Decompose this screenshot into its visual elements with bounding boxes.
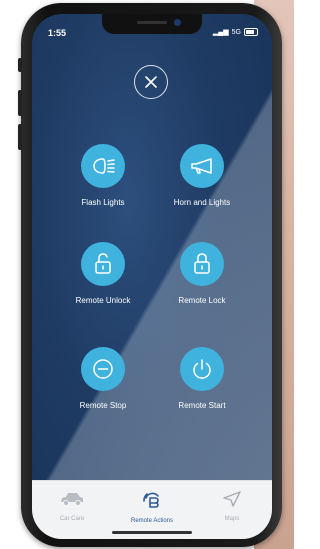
flash-lights-label: Flash Lights (81, 198, 125, 207)
volume-up-button (18, 90, 22, 116)
remote-stop-button[interactable]: Remote Stop (53, 347, 153, 410)
remote-lock-circle (180, 242, 224, 286)
horn-and-lights-circle (180, 144, 224, 188)
status-indicators: ▂▄▆ 5G (213, 28, 258, 36)
remote-stop-label: Remote Stop (79, 401, 127, 410)
unlocked-padlock-icon (95, 253, 111, 274)
remote-start-label: Remote Start (178, 401, 226, 410)
close-button[interactable] (134, 65, 168, 99)
bottom-tab-bar: Car Care Remote Actions Maps (32, 480, 272, 539)
tab-car-care[interactable]: Car Care (37, 481, 107, 522)
speaker (137, 21, 167, 24)
home-indicator (112, 531, 192, 534)
navigation-arrow-icon (223, 491, 241, 507)
remote-actions-icon (143, 492, 159, 508)
phone-screen: 1:55 ▂▄▆ 5G Flash Lights Horn and Lights… (32, 14, 272, 539)
locked-padlock-icon (194, 253, 210, 274)
tab-maps-label: Maps (224, 516, 240, 522)
remote-lock-button[interactable]: Remote Lock (152, 242, 252, 305)
tab-car-care-label: Car Care (59, 516, 85, 522)
battery-icon (244, 28, 258, 36)
tab-remote-actions-label: Remote Actions (130, 518, 174, 524)
close-icon (145, 76, 157, 88)
power-icon (193, 359, 211, 379)
horn-and-lights-button[interactable]: Horn and Lights (152, 144, 252, 207)
horn-and-lights-label: Horn and Lights (173, 198, 231, 207)
headlights-icon (93, 158, 115, 174)
volume-down-button (18, 124, 22, 150)
remote-unlock-circle (81, 242, 125, 286)
notch (102, 14, 202, 34)
status-time: 1:55 (48, 28, 67, 38)
signal-icon: ▂▄▆ (212, 29, 229, 36)
network-label: 5G (231, 28, 241, 36)
flash-lights-button[interactable]: Flash Lights (53, 144, 153, 207)
stop-minus-icon (93, 359, 113, 379)
remote-start-button[interactable]: Remote Start (152, 347, 252, 410)
front-camera (174, 19, 181, 26)
tab-maps[interactable]: Maps (197, 481, 267, 522)
car-icon (61, 493, 83, 506)
remote-lock-label: Remote Lock (178, 296, 226, 305)
horn-icon (191, 158, 212, 174)
remote-unlock-label: Remote Unlock (75, 296, 131, 305)
mute-switch (18, 58, 22, 72)
remote-unlock-button[interactable]: Remote Unlock (53, 242, 153, 305)
tab-remote-actions[interactable]: Remote Actions (117, 481, 187, 524)
remote-start-circle (180, 347, 224, 391)
remote-stop-circle (81, 347, 125, 391)
flash-lights-circle (81, 144, 125, 188)
